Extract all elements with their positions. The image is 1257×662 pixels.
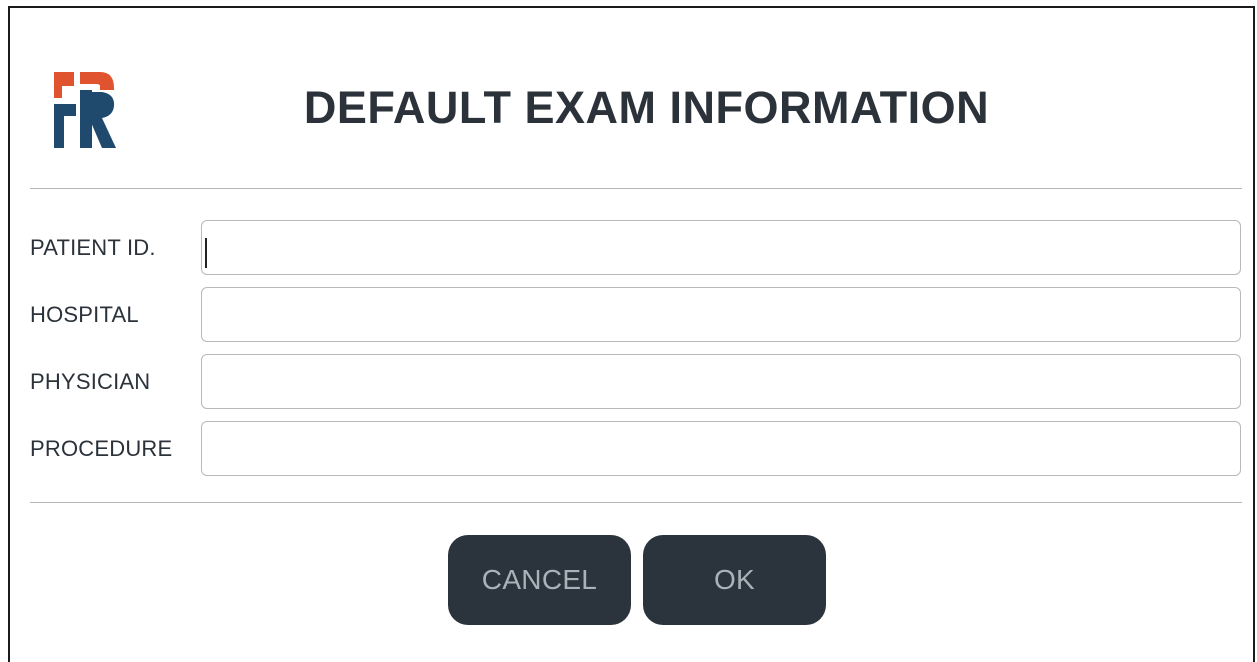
dialog-title: DEFAULT EXAM INFORMATION bbox=[303, 82, 990, 133]
header-divider bbox=[30, 188, 1242, 189]
physician-row: PHYSICIAN bbox=[30, 354, 1242, 410]
cancel-button[interactable]: CANCEL bbox=[448, 535, 631, 625]
procedure-label: PROCEDURE bbox=[30, 436, 173, 461]
physician-label: PHYSICIAN bbox=[30, 369, 151, 394]
patient-id-label: PATIENT ID. bbox=[30, 235, 156, 260]
procedure-input[interactable] bbox=[201, 421, 1241, 476]
physician-input[interactable] bbox=[201, 354, 1241, 409]
text-caret bbox=[205, 238, 207, 268]
hospital-input[interactable] bbox=[201, 287, 1241, 342]
hospital-label: HOSPITAL bbox=[30, 302, 139, 327]
hospital-row: HOSPITAL bbox=[30, 287, 1242, 343]
procedure-row: PROCEDURE bbox=[30, 421, 1242, 477]
default-exam-information-dialog: DEFAULT EXAM INFORMATION PATIENT ID. HOS… bbox=[8, 6, 1255, 662]
patient-id-input[interactable] bbox=[201, 220, 1241, 275]
ok-button[interactable]: OK bbox=[643, 535, 826, 625]
patient-id-row: PATIENT ID. bbox=[30, 220, 1242, 276]
footer-divider bbox=[30, 502, 1242, 503]
